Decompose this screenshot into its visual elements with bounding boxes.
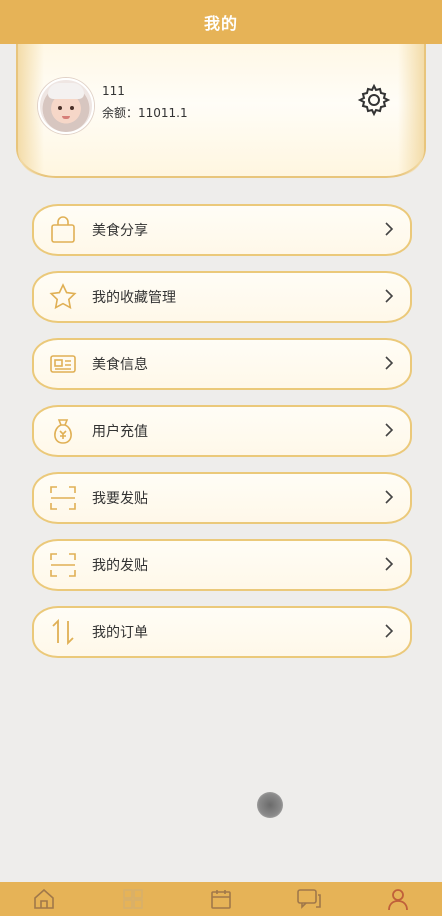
menu-item-label: 美食信息	[92, 357, 148, 373]
sort-arrows-icon	[48, 617, 78, 647]
page-title: 我的	[203, 14, 238, 33]
menu-item-create-post[interactable]: 我要发贴	[32, 472, 412, 524]
scan-frame-icon	[48, 483, 78, 513]
chevron-right-icon	[385, 289, 394, 303]
tab-chat[interactable]	[291, 884, 327, 914]
gear-icon[interactable]	[356, 82, 392, 118]
balance: 余额：11011.1	[102, 106, 188, 120]
tab-calendar[interactable]	[203, 884, 239, 914]
avatar[interactable]	[38, 78, 94, 134]
chevron-right-icon	[385, 624, 394, 638]
chevron-right-icon	[385, 557, 394, 571]
profile-card: 111 余额：11011.1	[16, 44, 426, 178]
menu-item-food-share[interactable]: 美食分享	[32, 204, 412, 256]
tab-profile[interactable]	[380, 884, 416, 914]
bottom-tab-bar	[0, 882, 442, 916]
chevron-right-icon	[385, 490, 394, 504]
user-icon	[387, 889, 408, 911]
calendar-icon	[211, 890, 231, 909]
menu-item-label: 我的收藏管理	[92, 290, 176, 306]
menu-item-label: 我的发贴	[92, 558, 148, 574]
grid-icon	[122, 889, 143, 909]
avatar-hair	[48, 83, 84, 99]
menu-item-my-favorites[interactable]: 我的收藏管理	[32, 271, 412, 323]
chevron-right-icon	[385, 423, 394, 437]
star-icon	[48, 282, 78, 312]
avatar-eye	[70, 106, 74, 110]
card-shade-right	[398, 44, 424, 176]
menu-item-food-info[interactable]: 美食信息	[32, 338, 412, 390]
menu-item-label: 我的订单	[92, 625, 148, 641]
menu-item-user-recharge[interactable]: 用户充值	[32, 405, 412, 457]
menu-item-label: 我要发贴	[92, 491, 148, 507]
chevron-right-icon	[385, 356, 394, 370]
card-icon	[48, 349, 78, 379]
tab-grid[interactable]	[115, 884, 151, 914]
avatar-eye	[58, 106, 62, 110]
menu-item-label: 用户充值	[92, 424, 148, 440]
menu-list: 美食分享 我的收藏管理 美食信息 用户充值 我要发贴 我的发贴 我的订单	[32, 204, 412, 673]
username: 111	[102, 84, 125, 98]
menu-item-my-orders[interactable]: 我的订单	[32, 606, 412, 658]
avatar-mouth	[62, 116, 70, 119]
bag-icon	[48, 215, 78, 245]
home-icon	[34, 888, 54, 909]
floating-touch-dot[interactable]	[257, 792, 283, 818]
chat-icon	[297, 889, 322, 909]
scan-frame-icon	[48, 550, 78, 580]
menu-item-my-posts[interactable]: 我的发贴	[32, 539, 412, 591]
moneybag-icon	[48, 416, 78, 446]
chevron-right-icon	[385, 222, 394, 236]
tab-home[interactable]	[26, 884, 62, 914]
top-bar: 我的	[0, 0, 442, 44]
menu-item-label: 美食分享	[92, 223, 148, 239]
